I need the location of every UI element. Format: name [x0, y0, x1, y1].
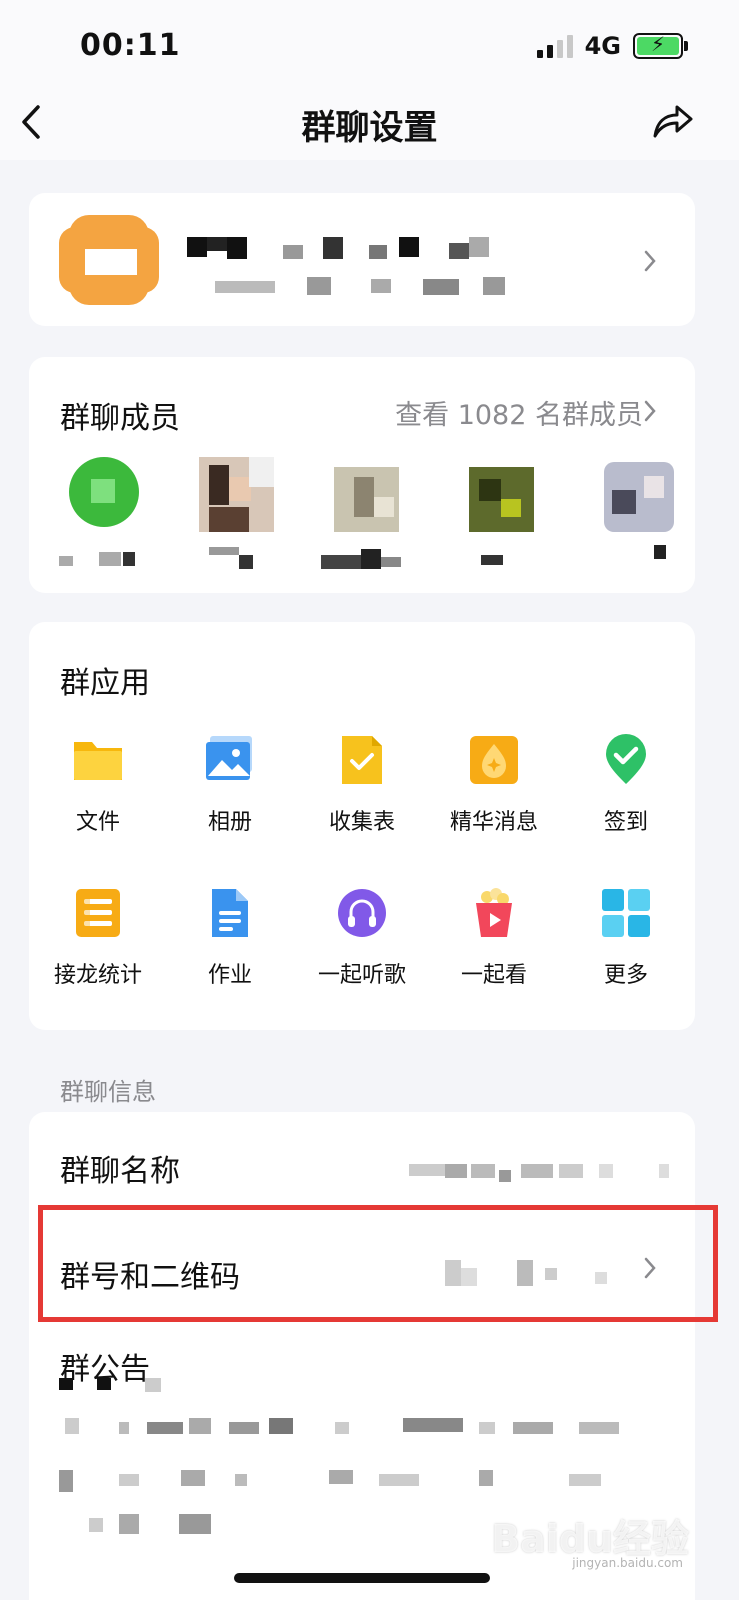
folder-icon: [72, 734, 124, 786]
member-name-redacted: [59, 552, 139, 568]
home-indicator[interactable]: [234, 1573, 490, 1583]
member-avatar[interactable]: [69, 457, 139, 527]
status-indicators: 4G ⚡: [536, 32, 688, 60]
group-members-card: 群聊成员 查看 1082 名群成员: [29, 357, 695, 593]
chevron-right-icon: [644, 250, 656, 272]
app-more[interactable]: 更多: [561, 887, 691, 989]
member-avatar[interactable]: [604, 462, 674, 532]
watermark-url: jingyan.baidu.com: [572, 1556, 683, 1570]
status-time: 00:11: [80, 28, 181, 63]
group-profile-card[interactable]: [29, 193, 695, 326]
group-info-header: 群聊信息: [60, 1078, 156, 1106]
app-homework[interactable]: 作业: [165, 887, 295, 989]
battery-icon: ⚡: [633, 32, 688, 59]
group-avatar: [59, 215, 159, 305]
member-avatar[interactable]: [334, 467, 399, 532]
member-name-redacted: [321, 545, 411, 569]
group-apps-title: 群应用: [60, 666, 150, 701]
member-name-redacted: [209, 547, 269, 569]
member-name-redacted: [654, 545, 674, 565]
group-name-redacted: [187, 229, 507, 299]
app-album[interactable]: 相册: [165, 734, 295, 836]
signal-icon: [536, 34, 573, 58]
app-check-in[interactable]: 签到: [561, 734, 691, 836]
member-avatar[interactable]: [199, 457, 274, 532]
page-title: 群聊设置: [301, 108, 438, 148]
member-avatar[interactable]: [469, 467, 534, 532]
members-title: 群聊成员: [60, 401, 180, 436]
watermark: Baidu经验: [491, 1517, 689, 1561]
essence-message-icon: [468, 734, 520, 786]
listen-together-icon: [336, 887, 388, 939]
collection-form-icon: [336, 734, 388, 786]
watch-together-icon: [468, 887, 520, 939]
check-in-icon: [600, 734, 652, 786]
app-chain-stats[interactable]: 接龙统计: [33, 887, 163, 989]
share-icon[interactable]: [651, 102, 695, 140]
group-name-value-redacted: [409, 1160, 679, 1184]
top-bar: 00:11 4G ⚡ 群聊设置: [0, 0, 739, 160]
app-listen-together[interactable]: 一起听歌: [297, 887, 427, 989]
more-apps-icon: [600, 887, 652, 939]
view-all-members-link[interactable]: 查看 1082 名群成员: [395, 393, 643, 432]
photo-album-icon: [204, 734, 256, 786]
group-name-row[interactable]: 群聊名称: [29, 1112, 695, 1212]
group-apps-card: 群应用 文件 相册 收集表 精华消息 签到 接龙统计 作业 一起听歌 一起看 更…: [29, 622, 695, 1030]
chain-stats-icon: [72, 887, 124, 939]
network-type: 4G: [584, 32, 621, 60]
highlight-box: [38, 1205, 718, 1322]
app-collection-form[interactable]: 收集表: [297, 734, 427, 836]
chevron-right-icon[interactable]: [643, 399, 657, 423]
member-name-redacted: [481, 555, 511, 567]
app-watch-together[interactable]: 一起看: [429, 887, 559, 989]
app-file[interactable]: 文件: [33, 734, 163, 836]
group-name-label: 群聊名称: [60, 1154, 180, 1189]
homework-icon: [204, 887, 256, 939]
app-essence-message[interactable]: 精华消息: [429, 734, 559, 836]
